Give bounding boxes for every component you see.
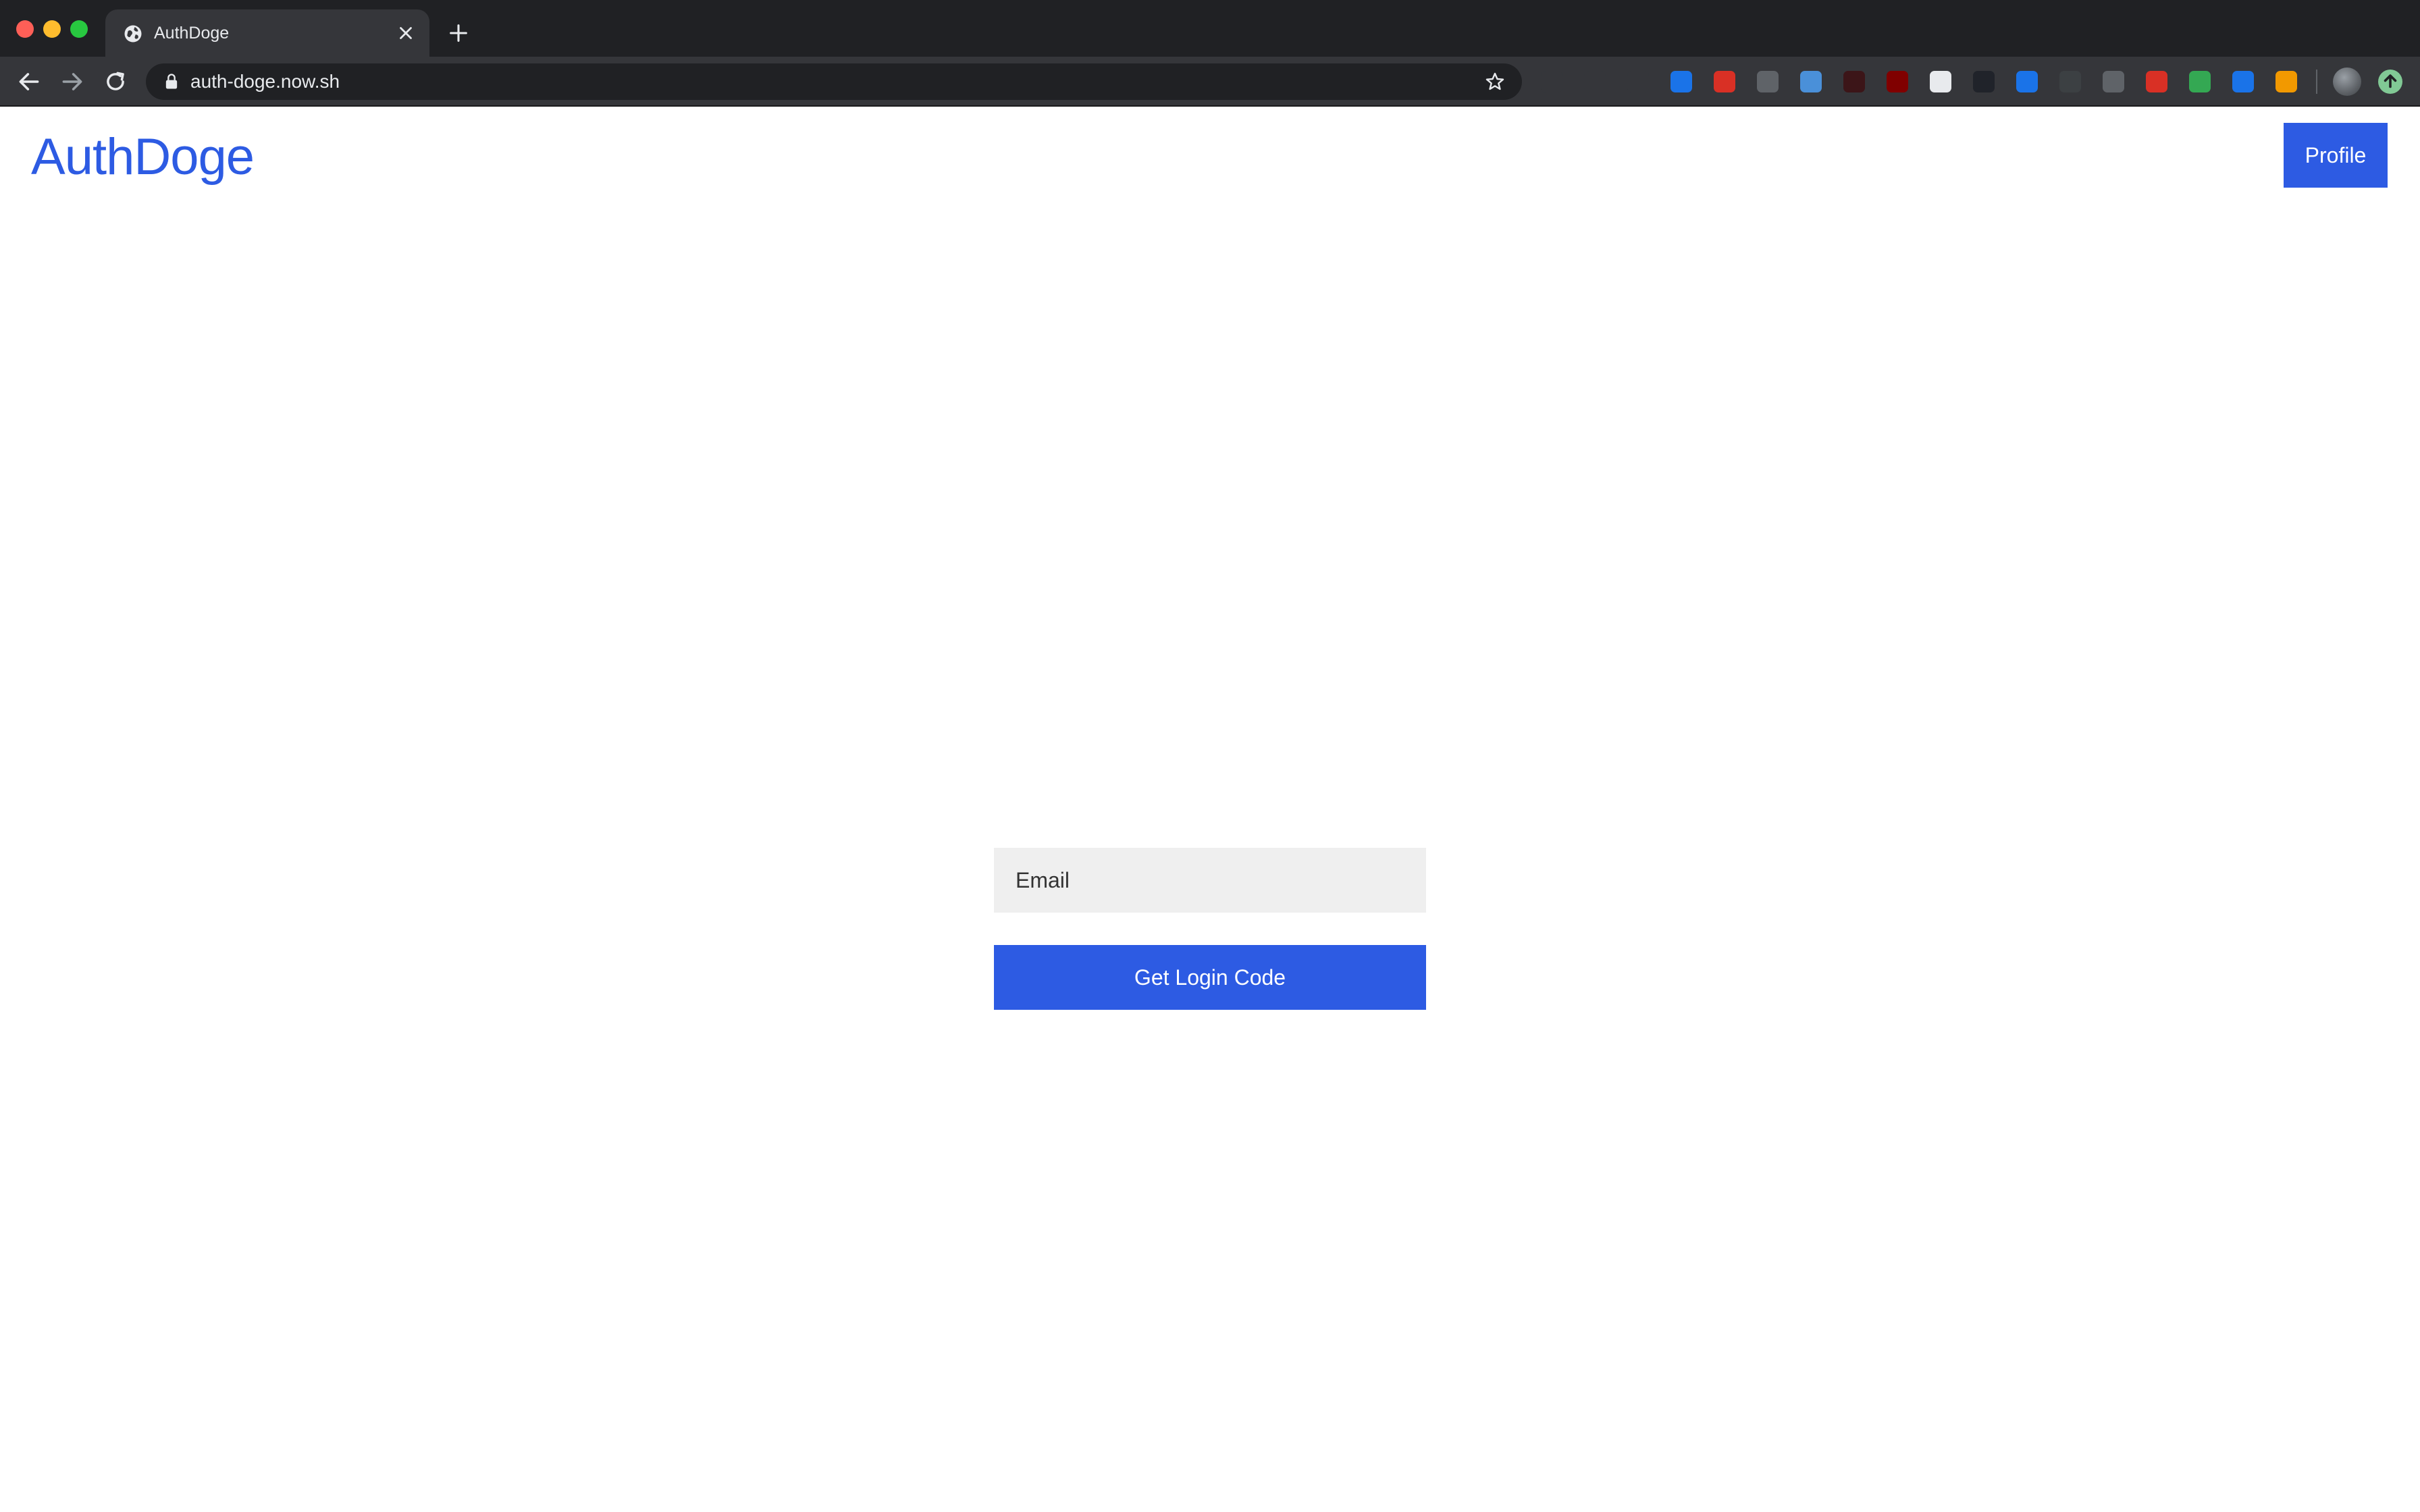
profile-button[interactable]: Profile: [2284, 123, 2388, 188]
avatar-icon[interactable]: [2333, 68, 2361, 96]
arrow-right-icon[interactable]: [59, 69, 85, 94]
chat-bubble-icon[interactable]: [1541, 71, 1562, 92]
glasses-icon[interactable]: [1627, 71, 1649, 92]
h-icon[interactable]: [1843, 71, 1865, 92]
onepassword-icon[interactable]: [2016, 71, 2038, 92]
box-icon[interactable]: [2276, 71, 2297, 92]
email-field[interactable]: [994, 848, 1426, 913]
browser-toolbar: auth-doge.now.sh: [0, 57, 2420, 107]
get-login-code-button[interactable]: Get Login Code: [994, 945, 1426, 1010]
url-text[interactable]: auth-doge.now.sh: [190, 70, 340, 94]
tab-title: AuthDoge: [154, 24, 230, 43]
browser-tab[interactable]: AuthDoge: [105, 9, 429, 57]
v-icon[interactable]: [1800, 71, 1822, 92]
translate-icon[interactable]: [2232, 71, 2254, 92]
gear-icon[interactable]: [2103, 71, 2124, 92]
ublock-icon[interactable]: [1887, 71, 1908, 92]
react-icon[interactable]: [1973, 71, 1995, 92]
arrow-left-icon[interactable]: [16, 69, 42, 94]
reload-icon[interactable]: [103, 69, 128, 94]
star-icon[interactable]: [1484, 71, 1506, 92]
ghost-icon[interactable]: [2059, 71, 2081, 92]
cursor-icon[interactable]: [1584, 71, 1606, 92]
circle-icon[interactable]: [1930, 71, 1951, 92]
browser-chrome: AuthDoge auth-doge.now.sh: [0, 0, 2420, 107]
address-bar[interactable]: auth-doge.now.sh: [146, 63, 1522, 100]
maximize-window-button[interactable]: [70, 20, 88, 38]
close-tab-icon[interactable]: [396, 23, 416, 43]
tab-strip: AuthDoge: [0, 0, 2420, 57]
window-icon[interactable]: [1757, 71, 1779, 92]
globe-icon: [124, 25, 142, 43]
close-window-button[interactable]: [16, 20, 34, 38]
page-content: AuthDoge Profile Get Login Code: [0, 107, 2420, 1512]
logo[interactable]: AuthDoge: [31, 127, 255, 188]
mail-icon[interactable]: [2189, 71, 2211, 92]
arrow-up-icon: [2384, 74, 2397, 88]
extensions-bar: [1541, 70, 2319, 94]
minimize-window-button[interactable]: [43, 20, 61, 38]
video-icon[interactable]: [1714, 71, 1735, 92]
plus-icon[interactable]: [447, 22, 470, 45]
lock-icon[interactable]: [162, 72, 181, 91]
cap-icon[interactable]: [1671, 71, 1692, 92]
toolbar-divider: [2316, 70, 2317, 94]
shield-icon[interactable]: [2146, 71, 2167, 92]
update-arrow-icon[interactable]: [2378, 70, 2402, 94]
